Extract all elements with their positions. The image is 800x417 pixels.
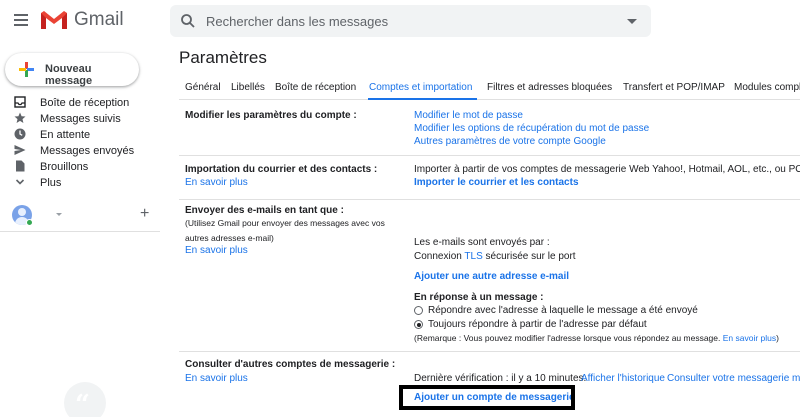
- active-tab-indicator: [368, 98, 477, 100]
- section-label: Consulter d'autres comptes de messagerie…: [185, 359, 396, 370]
- google-account-settings-link[interactable]: Autres paramètres de votre compte Google: [414, 136, 606, 147]
- remark-learn-more-link[interactable]: En savoir plus: [723, 333, 776, 343]
- view-history-link[interactable]: Afficher l'historique: [581, 373, 665, 384]
- sidebar-item-more[interactable]: Plus: [0, 175, 160, 191]
- sidebar-item-label: Messages envoyés: [40, 145, 135, 157]
- section-send-as: Envoyer des e-mails en tant que : (Utili…: [179, 200, 800, 352]
- send-as-learn-more-link[interactable]: En savoir plus: [185, 245, 248, 256]
- tab-general[interactable]: Général: [185, 82, 221, 93]
- sidebar-item-drafts[interactable]: Brouillons: [0, 159, 160, 175]
- online-status-icon: [26, 219, 33, 226]
- tab-labels[interactable]: Libellés: [231, 82, 265, 93]
- import-description: Importer à partir de vos comptes de mess…: [414, 164, 800, 175]
- reply-from-received-radio[interactable]: [414, 306, 423, 315]
- reply-option-label: Toujours répondre à partir de l'adresse …: [428, 319, 647, 330]
- gmail-logo-icon[interactable]: [40, 10, 68, 30]
- change-recovery-link[interactable]: Modifier les options de récupération du …: [414, 123, 649, 134]
- sent-from-label: Les e-mails sont envoyés par :: [414, 237, 550, 248]
- clock-icon: [14, 128, 26, 140]
- tab-accounts-import[interactable]: Comptes et importation: [369, 82, 472, 93]
- tab-forwarding[interactable]: Transfert et POP/IMAP: [623, 82, 725, 93]
- sidebar-item-label: Brouillons: [40, 161, 89, 173]
- page-title: Paramètres: [179, 48, 267, 67]
- sidebar-item-sent[interactable]: Messages envoyés: [0, 143, 160, 159]
- chevron-down-icon: [15, 179, 25, 185]
- settings-tabs: Général Libellés Boîte de réception Comp…: [179, 80, 800, 100]
- remark-end: ): [776, 333, 779, 343]
- sidebar-item-label: Messages suivis: [40, 113, 121, 125]
- sidebar-item-snoozed[interactable]: En attente: [0, 127, 160, 143]
- connection-prefix: Connexion: [414, 251, 465, 262]
- connection-suffix: sécurisée sur le port: [482, 251, 576, 262]
- top-bar: Gmail: [0, 0, 800, 48]
- section-label: Envoyer des e-mails en tant que :: [185, 205, 344, 216]
- sidebar-item-label: Boîte de réception: [40, 97, 130, 109]
- hangouts-account[interactable]: +: [12, 205, 162, 226]
- highlight-box: [399, 385, 575, 410]
- send-icon: [14, 145, 26, 155]
- star-icon: [14, 112, 26, 123]
- tab-addons[interactable]: Modules complé: [734, 82, 800, 93]
- other-accounts-learn-more-link[interactable]: En savoir plus: [185, 373, 248, 384]
- sidebar-item-label: Plus: [40, 177, 62, 189]
- draft-icon: [16, 160, 25, 172]
- search-options-caret-icon[interactable]: [627, 19, 637, 24]
- tls-link[interactable]: TLS: [464, 251, 482, 262]
- section-label: Modifier les paramètres du compte :: [185, 110, 357, 121]
- tab-inbox[interactable]: Boîte de réception: [275, 82, 356, 93]
- compose-label: Nouveau message: [45, 63, 93, 87]
- import-mail-contacts-link[interactable]: Importer le courrier et les contacts: [414, 177, 579, 188]
- send-as-note: (Utilisez Gmail pour envoyer des message…: [185, 218, 385, 243]
- change-password-link[interactable]: Modifier le mot de passe: [414, 110, 523, 121]
- section-label: Importation du courrier et des contacts …: [185, 164, 378, 175]
- search-bar[interactable]: [170, 5, 651, 37]
- sidebar-nav: Boîte de réception Messages suivis En at…: [0, 95, 160, 191]
- reply-option-label: Répondre avec l'adresse à laquelle le me…: [428, 305, 698, 316]
- reply-from-default-radio[interactable]: [414, 320, 423, 329]
- reply-heading: En réponse à un message :: [414, 292, 544, 303]
- new-conversation-button[interactable]: +: [140, 205, 149, 223]
- add-email-address-link[interactable]: Ajouter une autre adresse e-mail: [414, 271, 569, 282]
- inbox-icon: [14, 96, 26, 108]
- compose-button[interactable]: Nouveau message: [5, 53, 139, 87]
- compose-plus-icon: [19, 62, 34, 77]
- last-check-text: Dernière vérification : il y a 10 minute…: [414, 373, 587, 384]
- hangouts-quote-icon: “: [64, 382, 106, 417]
- reply-remark: (Remarque : Vous pouvez modifier l'adres…: [414, 333, 779, 343]
- search-icon[interactable]: [180, 13, 196, 29]
- sidebar-item-inbox[interactable]: Boîte de réception: [0, 95, 160, 111]
- sidebar-item-starred[interactable]: Messages suivis: [0, 111, 160, 127]
- check-mail-now-link[interactable]: Consulter votre messagerie ma: [667, 373, 800, 384]
- remark-text: (Remarque : Vous pouvez modifier l'adres…: [414, 333, 721, 343]
- app-name: Gmail: [74, 9, 124, 30]
- account-caret-icon[interactable]: [56, 213, 62, 216]
- tab-filters[interactable]: Filtres et adresses bloquées: [487, 82, 612, 93]
- section-import: Importation du courrier et des contacts …: [179, 156, 800, 200]
- main-menu-icon[interactable]: [14, 14, 28, 26]
- section-account-settings: Modifier les paramètres du compte : Modi…: [179, 101, 800, 156]
- tls-connection-text: Connexion TLS sécurisée sur le port: [414, 251, 576, 262]
- sidebar-divider: [0, 231, 160, 232]
- search-input[interactable]: [206, 5, 606, 37]
- sidebar-item-label: En attente: [40, 129, 91, 141]
- import-learn-more-link[interactable]: En savoir plus: [185, 177, 248, 188]
